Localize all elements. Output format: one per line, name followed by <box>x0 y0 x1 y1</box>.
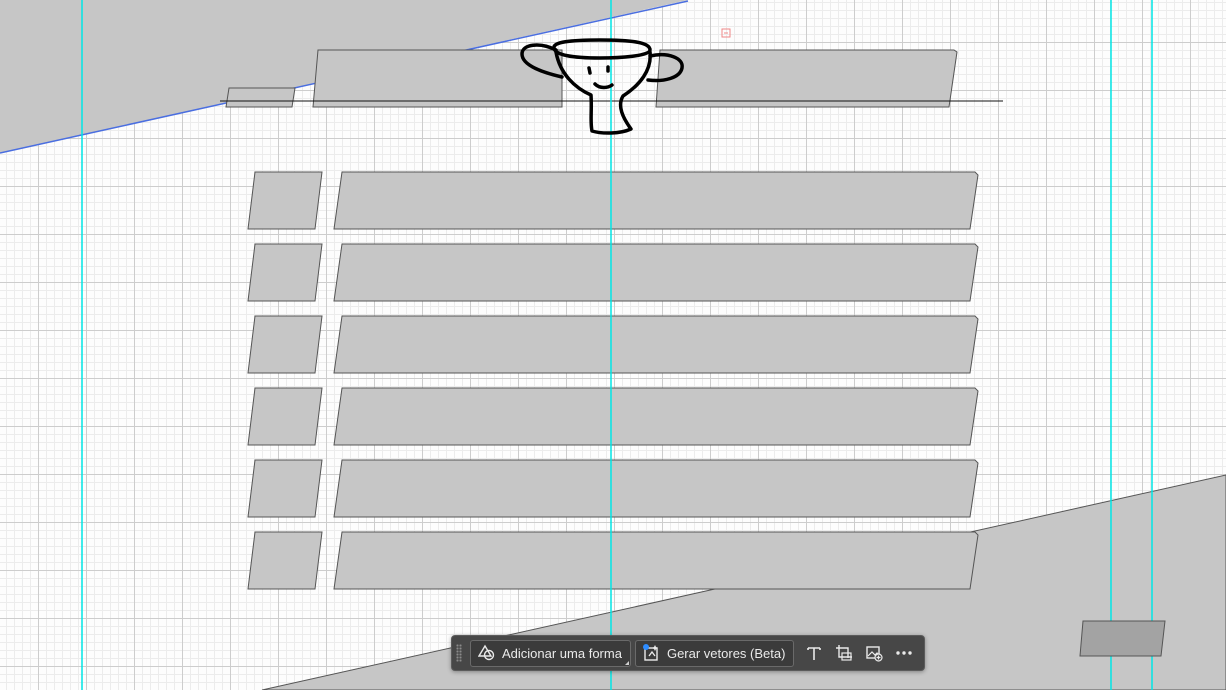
add-shape-label: Adicionar uma forma <box>502 645 622 661</box>
row-content-cell[interactable] <box>333 243 979 302</box>
add-shape-button[interactable]: Adicionar uma forma <box>470 639 631 667</box>
more-options-icon[interactable] <box>890 639 918 667</box>
footer-badge-shape[interactable] <box>1079 620 1166 657</box>
table-rows <box>247 171 979 590</box>
contextual-taskbar: Adicionar uma forma Gerar vetores (Beta) <box>451 635 925 671</box>
artboard-canvas[interactable] <box>0 0 1226 690</box>
row-content-cell[interactable] <box>333 387 979 446</box>
shapes-icon <box>477 643 497 663</box>
row-content-cell[interactable] <box>333 171 979 230</box>
generate-vectors-label: Gerar vetores (Beta) <box>666 645 786 661</box>
generate-vectors-icon <box>642 643 662 663</box>
row-number-cell[interactable] <box>247 315 323 374</box>
drag-handle-icon[interactable] <box>456 644 462 662</box>
table-row <box>247 387 979 446</box>
row-number-cell[interactable] <box>247 243 323 302</box>
generate-vectors-button[interactable]: Gerar vetores (Beta) <box>634 639 795 667</box>
table-row <box>247 243 979 302</box>
header-bar-right[interactable] <box>655 49 958 108</box>
row-content-cell[interactable] <box>333 459 979 518</box>
anchor-point-marker[interactable] <box>721 28 731 38</box>
row-number-cell[interactable] <box>247 459 323 518</box>
row-content-cell[interactable] <box>333 315 979 374</box>
crop-artboard-icon[interactable] <box>830 639 858 667</box>
table-row <box>247 315 979 374</box>
table-row <box>247 459 979 518</box>
text-tool-icon[interactable] <box>800 639 828 667</box>
place-image-icon[interactable] <box>860 639 888 667</box>
row-number-cell[interactable] <box>247 531 323 590</box>
table-row <box>247 531 979 590</box>
row-content-cell[interactable] <box>333 531 979 590</box>
table-row <box>247 171 979 230</box>
header-bar-small[interactable] <box>225 87 296 108</box>
row-number-cell[interactable] <box>247 171 323 230</box>
expand-corner-icon <box>624 660 629 665</box>
row-number-cell[interactable] <box>247 387 323 446</box>
